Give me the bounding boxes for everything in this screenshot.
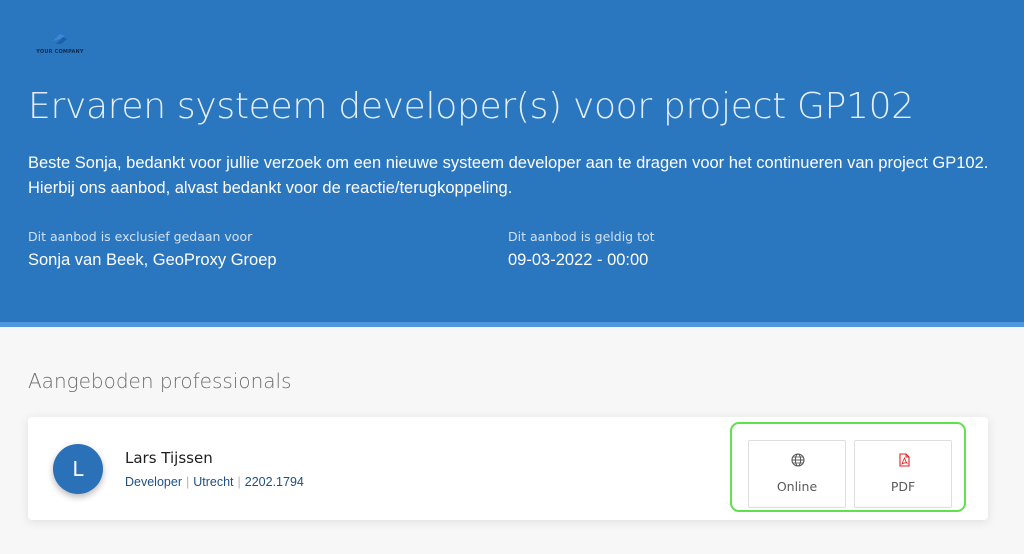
valid-until-label: Dit aanbod is geldig tot (508, 229, 655, 244)
section-title: Aangeboden professionals (28, 369, 292, 393)
avatar: L (53, 444, 103, 494)
pdf-icon (899, 453, 910, 467)
accent-strip (0, 322, 1024, 327)
online-button[interactable]: Online (748, 440, 846, 508)
pdf-button[interactable]: PDF (854, 440, 952, 508)
intro-text: Beste Sonja, bedankt voor jullie verzoek… (28, 154, 989, 197)
professional-name: Lars Tijssen (125, 449, 213, 467)
online-button-label: Online (776, 479, 818, 494)
professional-role: Developer (125, 475, 182, 489)
exclusive-label: Dit aanbod is exclusief gedaan voor (28, 229, 253, 244)
valid-until-value: 09-03-2022 - 00:00 (508, 251, 649, 269)
company-logo: YOUR COMPANY (32, 32, 88, 58)
meta-separator: | (185, 475, 190, 489)
professional-location: Utrecht (193, 475, 234, 489)
meta-separator: | (237, 475, 241, 489)
professional-code: 2202.1794 (244, 475, 304, 489)
action-buttons-group: Online PDF (730, 422, 966, 512)
hero-header: YOUR COMPANY Ervaren systeem developer(s… (0, 0, 1024, 322)
professional-meta: Developer | Utrecht | 2202.1794 (125, 475, 304, 489)
logo-text: YOUR COMPANY (36, 49, 84, 55)
pdf-button-label: PDF (890, 479, 916, 494)
globe-icon (791, 453, 805, 467)
logo-mark-icon (53, 34, 67, 44)
exclusive-value: Sonja van Beek, GeoProxy Groep (28, 251, 277, 269)
professional-card: L Lars Tijssen Developer | Utrecht | 2202.17… (28, 417, 988, 520)
page-title: Ervaren systeem developer(s) voor projec… (28, 86, 914, 127)
